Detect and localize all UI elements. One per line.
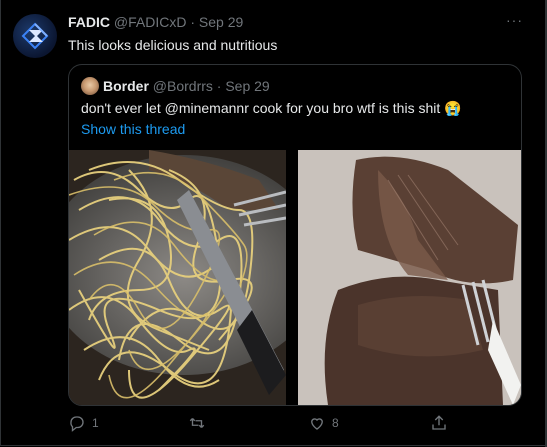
- tweet-date[interactable]: · Sep 29: [190, 14, 243, 30]
- like-button[interactable]: 8: [308, 414, 339, 432]
- quote-author-name: Border: [103, 78, 149, 94]
- share-icon: [432, 415, 446, 430]
- retweet-icon: [189, 418, 205, 428]
- reply-count: 1: [92, 416, 99, 430]
- retweet-button[interactable]: [188, 414, 212, 432]
- quote-header: Border @Bordrrs · Sep 29: [103, 78, 270, 94]
- logo-icon: [21, 22, 49, 50]
- quote-avatar[interactable]: [81, 77, 99, 95]
- avatar[interactable]: [13, 14, 57, 58]
- tweet-text: This looks delicious and nutritious: [68, 37, 278, 53]
- quoted-tweet[interactable]: Border @Bordrrs · Sep 29 don't ever let …: [68, 64, 522, 406]
- author-name[interactable]: FADIC: [68, 14, 110, 30]
- like-count: 8: [332, 416, 339, 430]
- quote-author-handle: @Bordrrs: [152, 78, 213, 94]
- meat-photo[interactable]: [298, 150, 521, 405]
- reply-button[interactable]: 1: [68, 414, 99, 432]
- reply-icon: [70, 416, 84, 432]
- author-handle[interactable]: @FADICxD: [114, 14, 187, 30]
- share-button[interactable]: [430, 414, 448, 432]
- show-thread-link[interactable]: Show this thread: [81, 121, 185, 137]
- tweet-actions: 1 8: [68, 414, 508, 438]
- spaghetti-photo[interactable]: [69, 150, 286, 405]
- more-options-icon[interactable]: ···: [506, 12, 523, 28]
- quote-text: don't ever let @minemannr cook for you b…: [81, 100, 462, 116]
- quote-date: · Sep 29: [216, 78, 270, 94]
- media-grid: [69, 150, 521, 405]
- tweet-header: FADIC @FADICxD · Sep 29: [68, 14, 243, 30]
- heart-icon: [311, 418, 323, 430]
